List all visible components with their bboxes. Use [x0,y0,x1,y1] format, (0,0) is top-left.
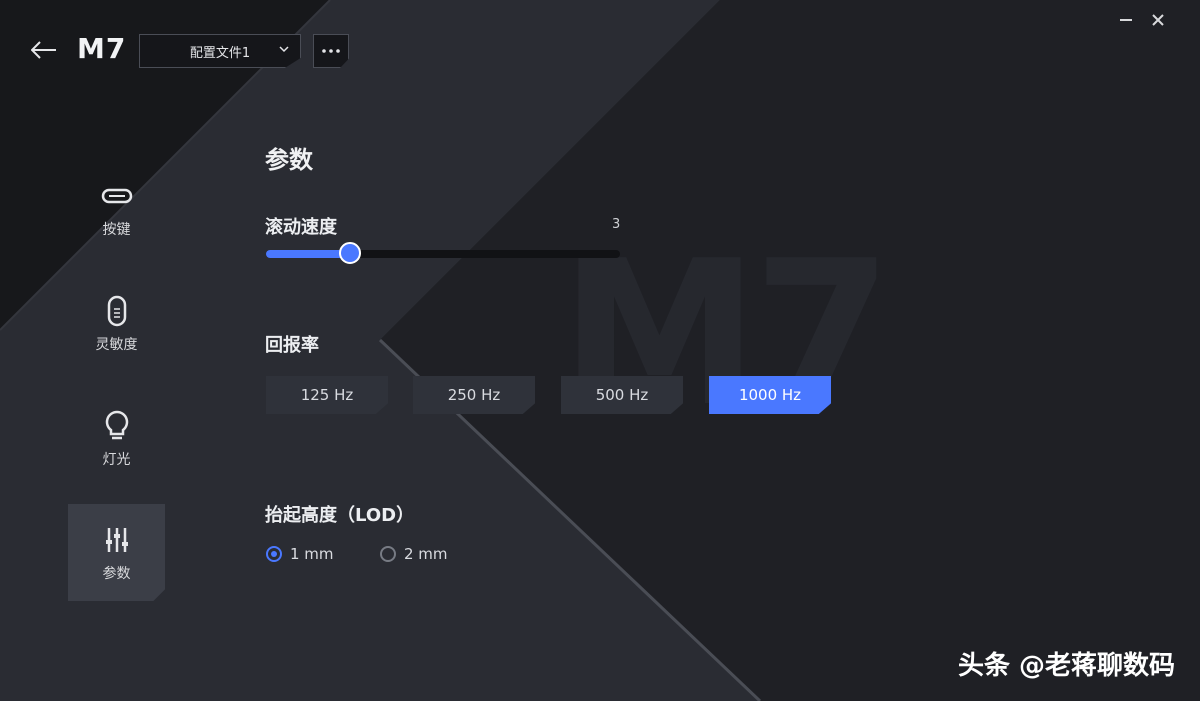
scroll-speed-label: 滚动速度 [265,217,337,238]
lod-option-label: 2 mm [404,545,448,563]
mouse-button-icon [100,179,134,213]
more-dots-icon [322,49,340,53]
sidebar-item-parameters[interactable]: 参数 [68,504,165,601]
chevron-down-icon [279,46,289,53]
more-options-button[interactable] [313,34,349,68]
sidebar-item-label: 参数 [102,565,131,582]
sidebar-item-lighting[interactable]: 灯光 [68,390,165,487]
lod-label: 抬起高度（LOD） [265,505,415,526]
lod-option-2mm[interactable]: 2 mm [380,545,448,563]
lightbulb-icon [100,409,134,443]
sidebar-item-label: 灯光 [102,451,131,468]
scroll-speed-slider-thumb[interactable] [339,242,361,264]
polling-rate-label: 回报率 [265,335,319,356]
sidebar-item-label: 按键 [102,221,131,238]
polling-rate-250[interactable]: 250 Hz [413,376,535,414]
profile-dropdown[interactable]: 配置文件1 [139,34,301,68]
minimize-button[interactable] [1116,10,1136,30]
close-icon [1152,14,1164,26]
close-button[interactable] [1148,10,1168,30]
sliders-icon [100,523,134,557]
sidebar-item-sensitivity[interactable]: 灵敏度 [68,275,165,372]
profile-dropdown-value: 配置文件1 [189,45,251,61]
sidebar-item-label: 灵敏度 [95,336,138,353]
scroll-speed-slider-fill [266,250,350,258]
minimize-icon [1120,19,1132,21]
mouse-icon [100,294,134,328]
arrow-left-icon [31,41,56,59]
polling-rate-500[interactable]: 500 Hz [561,376,683,414]
polling-rate-125[interactable]: 125 Hz [266,376,388,414]
sidebar-item-buttons[interactable]: 按键 [68,160,165,257]
polling-rate-1000[interactable]: 1000 Hz [709,376,831,414]
radio-unselected-icon [380,546,396,562]
radio-selected-icon [266,546,282,562]
lod-option-label: 1 mm [290,545,334,563]
page-title: 参数 [265,146,313,174]
scroll-speed-value: 3 [612,217,621,232]
source-watermark: 头条 @老蒋聊数码 [957,651,1175,681]
lod-option-1mm[interactable]: 1 mm [266,545,334,563]
app-title: M7 [77,32,127,65]
back-button[interactable] [30,37,58,63]
